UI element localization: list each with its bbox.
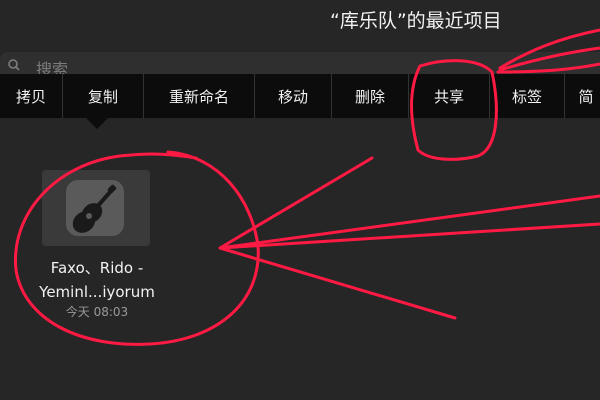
context-menu: 拷贝 复制 重新命名 移动 删除 共享 标签 简 [0,74,600,118]
menu-item-tags[interactable]: 标签 [490,74,565,118]
annotation-arrow-file [218,156,600,320]
menu-item-rename[interactable]: 重新命名 [144,74,255,118]
menu-item-move[interactable]: 移动 [255,74,332,118]
menu-item-share[interactable]: 共享 [409,74,490,118]
menu-item-duplicate[interactable]: 复制 [63,74,144,118]
page-title: “库乐队”的最近项目 [330,10,502,32]
menu-pointer [86,118,108,129]
menu-item-copy[interactable]: 拷贝 [0,74,63,118]
garageband-app-icon [66,180,124,236]
menu-item-more[interactable]: 简 [565,74,600,118]
guitar-icon [72,184,117,233]
search-icon [8,59,20,71]
file-name[interactable]: Faxo、Rido - Yeminl...iyorum [14,256,180,304]
file-thumbnail[interactable] [42,170,150,246]
file-date: 今天 08:03 [65,305,129,319]
menu-item-delete[interactable]: 删除 [332,74,409,118]
